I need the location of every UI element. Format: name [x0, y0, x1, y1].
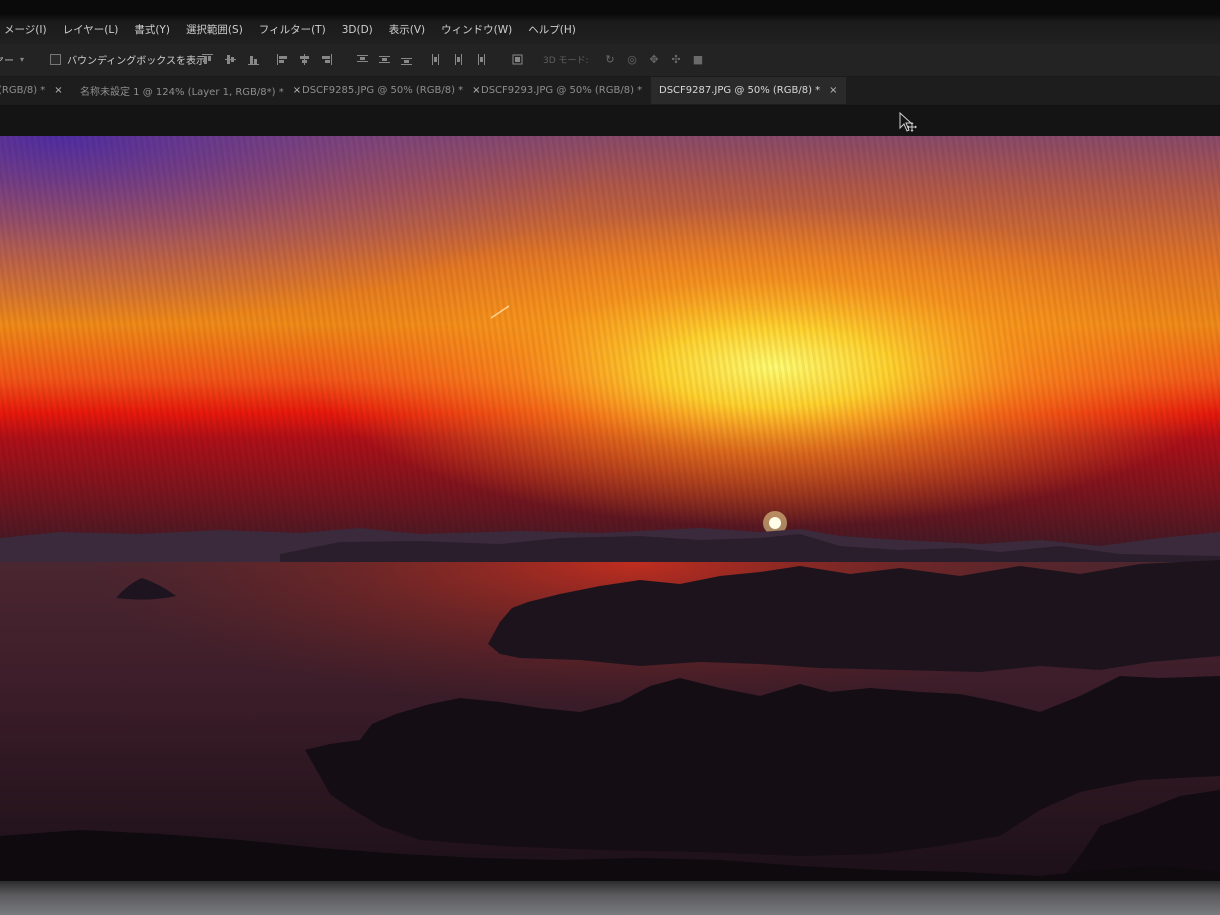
tab-document-2[interactable]: 名称未設定 1 @ 124% (Layer 1, RGB/8*) * × — [80, 77, 301, 104]
bounding-box-label: バウンディングボックスを表示 — [67, 55, 206, 67]
distribute-right-icon[interactable] — [474, 53, 487, 66]
3d-rotate-icon[interactable]: ↻ — [603, 54, 617, 66]
tab-document-3[interactable]: DSCF9285.JPG @ 50% (RGB/8) * × — [302, 77, 481, 104]
document-canvas-image[interactable] — [0, 136, 1220, 881]
distribute-vertical-center-icon[interactable] — [378, 53, 391, 66]
tab-title: DSCF9293.JPG @ 50% (RGB/8) * — [481, 85, 643, 96]
distribute-bottom-icon[interactable] — [400, 53, 413, 66]
auto-select-dropdown[interactable]: ヤー ▾ — [0, 50, 38, 68]
bounding-box-checkbox[interactable] — [50, 53, 61, 65]
menu-filter[interactable]: フィルター(T) — [251, 22, 334, 38]
3d-camera-icon[interactable]: ■ — [691, 54, 705, 66]
menu-help[interactable]: ヘルプ(H) — [520, 22, 584, 38]
3d-pan-icon[interactable]: ✥ — [647, 54, 661, 66]
align-vertical-center-icon[interactable] — [224, 53, 237, 66]
tab-title: DSCF9287.JPG @ 50% (RGB/8) * — [659, 85, 821, 96]
menu-3d[interactable]: 3D(D) — [334, 22, 381, 38]
close-icon[interactable]: × — [829, 85, 837, 96]
chevron-down-icon: ▾ — [20, 54, 25, 64]
show-bounding-box-option[interactable]: バウンディングボックスを表示 — [50, 50, 206, 68]
menu-type[interactable]: 書式(Y) — [126, 22, 178, 38]
align-top-icon[interactable] — [201, 53, 214, 66]
align-bottom-icon[interactable] — [247, 53, 260, 66]
document-tab-bar: (RGB/8) * × 名称未設定 1 @ 124% (Layer 1, RGB… — [0, 77, 1220, 106]
menu-select[interactable]: 選択範囲(S) — [178, 22, 251, 38]
3d-slide-icon[interactable]: ✣ — [669, 54, 683, 66]
3d-mode-label: 3D モード: — [543, 56, 589, 66]
canvas-pasteboard — [0, 106, 1220, 136]
menu-bar: メージ(I) レイヤー(L) 書式(Y) 選択範囲(S) フィルター(T) 3D… — [0, 0, 1220, 44]
close-icon[interactable]: × — [54, 85, 62, 96]
align-left-icon[interactable] — [276, 53, 289, 66]
tab-title: 名称未設定 1 @ 124% (Layer 1, RGB/8*) * — [80, 87, 284, 98]
move-cursor-icon — [898, 111, 920, 136]
tab-document-1[interactable]: (RGB/8) * × — [0, 77, 63, 104]
options-bar: ヤー ▾ バウンディングボックスを表示 — [0, 44, 1220, 77]
menu-view[interactable]: 表示(V) — [381, 22, 433, 38]
photoshop-window: メージ(I) レイヤー(L) 書式(Y) 選択範囲(S) フィルター(T) 3D… — [0, 0, 1220, 915]
menu-image[interactable]: メージ(I) — [0, 22, 55, 38]
align-right-icon[interactable] — [320, 53, 333, 66]
distribute-top-icon[interactable] — [356, 53, 369, 66]
close-icon[interactable]: × — [293, 85, 301, 96]
align-horizontal-center-icon[interactable] — [298, 53, 311, 66]
3d-roll-icon[interactable]: ◎ — [625, 54, 639, 66]
distribute-left-icon[interactable] — [430, 53, 443, 66]
tab-title: (RGB/8) * — [0, 85, 46, 96]
menu-window[interactable]: ウィンドウ(W) — [433, 22, 520, 38]
auto-select-label: ヤー — [0, 55, 14, 67]
tab-document-4[interactable]: DSCF9293.JPG @ 50% (RGB/8) * × — [481, 77, 660, 104]
close-icon[interactable]: × — [472, 85, 480, 96]
auto-align-layers-icon[interactable] — [511, 53, 524, 66]
monitor-bezel — [0, 881, 1220, 915]
menu-layer[interactable]: レイヤー(L) — [55, 22, 127, 38]
distribute-horizontal-center-icon[interactable] — [452, 53, 465, 66]
tab-document-active[interactable]: DSCF9287.JPG @ 50% (RGB/8) * × — [651, 77, 846, 104]
tab-title: DSCF9285.JPG @ 50% (RGB/8) * — [302, 85, 464, 96]
